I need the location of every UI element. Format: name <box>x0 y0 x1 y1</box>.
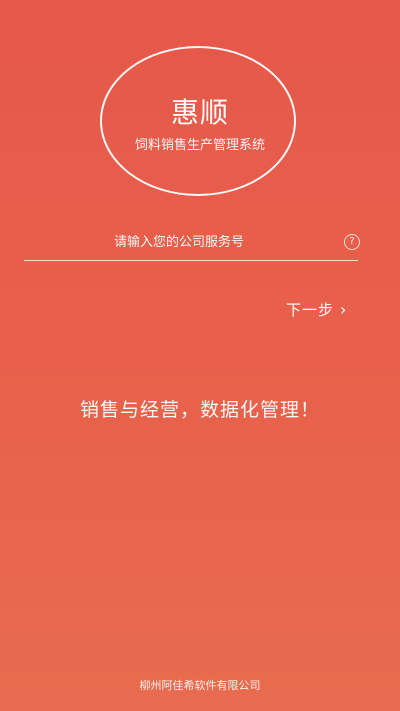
company-footer: 柳州阿佳希软件有限公司 <box>139 679 261 692</box>
next-step-label: 下一步 <box>286 301 335 319</box>
next-step-button[interactable]: 下一步 › <box>286 298 346 322</box>
app-title: 惠顺 <box>170 96 229 129</box>
slogan-text: 销售与经营，数据化管理！ <box>79 399 320 421</box>
input-underline <box>24 260 358 261</box>
service-number-field: ? <box>24 226 360 261</box>
chevron-right-icon: › <box>340 300 347 319</box>
service-number-input[interactable] <box>24 226 334 258</box>
question-circle-icon[interactable]: ? <box>344 234 360 250</box>
app-subtitle: 饲料销售生产管理系统 <box>134 138 265 153</box>
